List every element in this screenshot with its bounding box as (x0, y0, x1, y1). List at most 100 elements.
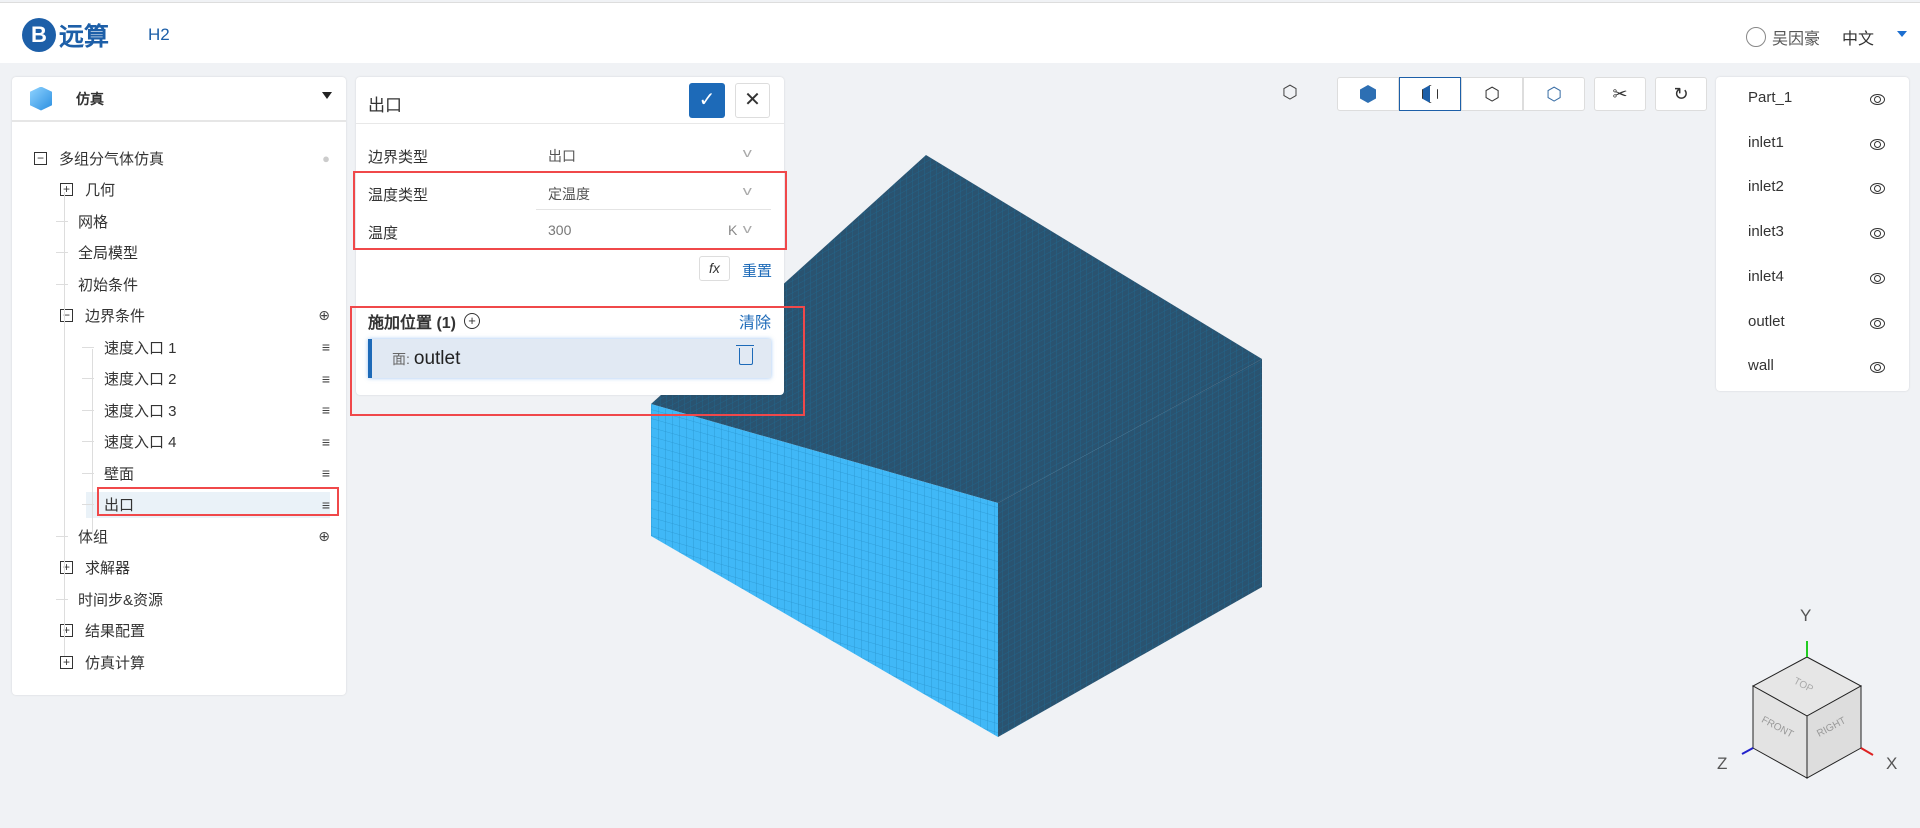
view-solid-edges-button[interactable] (1399, 77, 1461, 111)
expand-icon[interactable]: + (60, 183, 73, 196)
tree-connector (56, 252, 68, 253)
tree-item[interactable]: − 边界条件 ⊕ (60, 303, 330, 329)
x-axis-arrow (1860, 747, 1874, 756)
tree-item-label: 初始条件 (78, 276, 139, 294)
chevron-down-icon[interactable]: v (743, 145, 752, 160)
panel-title: 仿真 (76, 90, 104, 107)
add-icon[interactable]: ⊕ (318, 528, 330, 545)
part-item[interactable]: inlet4 (1748, 268, 1784, 285)
wireframe-cube-icon: ⬡ (1484, 83, 1500, 104)
cube-icon (30, 86, 52, 111)
collapse-icon[interactable]: − (34, 151, 47, 165)
tree-guide-line (64, 192, 65, 656)
tree-item[interactable]: + 仿真计算 (60, 649, 330, 675)
solid-cube-icon (1360, 85, 1376, 103)
part-item[interactable]: inlet2 (1748, 178, 1784, 195)
menu-icon[interactable]: ≡ (322, 402, 330, 418)
part-item[interactable]: inlet1 (1748, 134, 1784, 151)
tree-item[interactable]: 网格 (56, 208, 330, 234)
formula-button[interactable]: fx (699, 256, 730, 281)
view-solid-button[interactable] (1337, 77, 1399, 111)
tree-connector (56, 535, 68, 537)
tree-item-label: 速度入口 4 (104, 434, 177, 451)
simulation-tree-panel: 仿真 − 多组分气体仿真 ● + 几何 网格 全局模型 初始条件 − 边界条件 ⊕ 速度入口 1 ≡ 速度… (12, 77, 346, 695)
tree-item[interactable]: 全局模型 (56, 240, 330, 266)
tree-item-label: 结果配置 (85, 623, 146, 640)
tree-item[interactable]: 速度入口 4 ≡ (82, 429, 330, 455)
tree-item[interactable]: 时间步&资源 (56, 586, 330, 612)
tree-connector (56, 598, 68, 600)
menu-icon[interactable]: ≡ (322, 371, 330, 387)
view-cube-icon[interactable]: ⬡ (1282, 82, 1298, 103)
tree-item-label: 壁面 (104, 465, 135, 483)
tree-item-label: 全局模型 (78, 245, 139, 262)
tree-item[interactable]: 速度入口 2 ≡ (82, 366, 330, 392)
panel-header[interactable]: 仿真 (12, 77, 346, 122)
tree-item[interactable]: + 几何 (60, 177, 330, 203)
scissors-icon: ✂ (1612, 83, 1628, 104)
form-title: 出口 (368, 96, 402, 115)
tree-item-label: 网格 (78, 213, 109, 231)
eye-icon[interactable] (1870, 138, 1885, 150)
close-button[interactable]: ✕ (735, 83, 770, 118)
tree-connector (56, 220, 68, 222)
part-item[interactable]: wall (1748, 357, 1774, 374)
menu-icon[interactable]: ≡ (322, 434, 330, 450)
tree-item-label: 多组分气体仿真 (59, 150, 165, 168)
part-item[interactable]: inlet3 (1748, 223, 1784, 240)
eye-icon[interactable] (1870, 317, 1885, 329)
eye-icon[interactable] (1870, 272, 1885, 284)
eye-icon[interactable] (1870, 94, 1885, 105)
view-points-button[interactable]: ⬡ (1523, 77, 1585, 111)
menu-icon[interactable]: ≡ (322, 465, 330, 481)
tree-item-label: 速度入口 2 (104, 371, 177, 388)
tree-item[interactable]: + 求解器 (60, 555, 330, 581)
tree-item-label: 边界条件 (85, 308, 146, 325)
tree-item-label: 时间步&资源 (78, 591, 164, 609)
highlight-box (350, 306, 805, 416)
tree-connector (56, 283, 68, 285)
tree-item[interactable]: 速度入口 1 ≡ (82, 334, 330, 360)
rotate-icon: ↻ (1673, 83, 1689, 104)
orientation-cube[interactable] (1741, 641, 1874, 779)
tree-item-label: 求解器 (85, 560, 131, 577)
highlight-box (97, 487, 339, 516)
add-icon[interactable]: ⊕ (318, 307, 330, 324)
reset-link[interactable]: 重置 (742, 260, 772, 281)
tree-item[interactable]: − 多组分气体仿真 ● (34, 145, 330, 171)
menu-icon[interactable]: ≡ (322, 339, 330, 355)
field-label-boundary-type: 边界类型 (368, 149, 429, 166)
expand-icon[interactable]: + (60, 624, 73, 637)
tree-item-label: 体组 (78, 528, 109, 546)
caret-down-icon[interactable] (322, 92, 332, 99)
reset-view-button[interactable]: ↻ (1655, 77, 1707, 111)
part-item[interactable]: Part_1 (1748, 89, 1792, 106)
boundary-type-select[interactable]: 出口 (548, 146, 576, 166)
axis-y-label: Y (1800, 606, 1812, 625)
axis-x-label: X (1886, 754, 1898, 773)
expand-icon[interactable]: + (60, 655, 73, 669)
points-cube-icon: ⬡ (1546, 83, 1562, 104)
divider (356, 123, 784, 124)
expand-icon[interactable]: + (60, 561, 73, 574)
tree-item-label: 仿真计算 (85, 654, 146, 672)
solid-edges-cube-icon (1422, 85, 1438, 103)
axis-z-label: Z (1717, 754, 1728, 773)
confirm-button[interactable]: ✓ (689, 83, 725, 118)
z-axis-arrow (1741, 747, 1754, 755)
tree-item[interactable]: 壁面 ≡ (82, 460, 330, 486)
tree-item-label: 几何 (85, 182, 116, 199)
collapse-icon[interactable]: − (60, 309, 73, 322)
highlight-box (353, 171, 787, 250)
part-item[interactable]: outlet (1748, 313, 1785, 330)
tree-item[interactable]: 初始条件 (56, 271, 330, 297)
view-wireframe-button[interactable]: ⬡ (1461, 77, 1523, 111)
eye-icon[interactable] (1870, 183, 1885, 195)
eye-icon[interactable] (1870, 228, 1885, 240)
tree-item[interactable]: 体组 ⊕ (56, 523, 330, 549)
tree-item[interactable]: + 结果配置 (60, 618, 330, 644)
clip-button[interactable]: ✂ (1594, 77, 1646, 111)
tree-item[interactable]: 速度入口 3 ≡ (82, 397, 330, 423)
info-icon[interactable]: ● (322, 151, 330, 166)
eye-icon[interactable] (1870, 362, 1885, 374)
